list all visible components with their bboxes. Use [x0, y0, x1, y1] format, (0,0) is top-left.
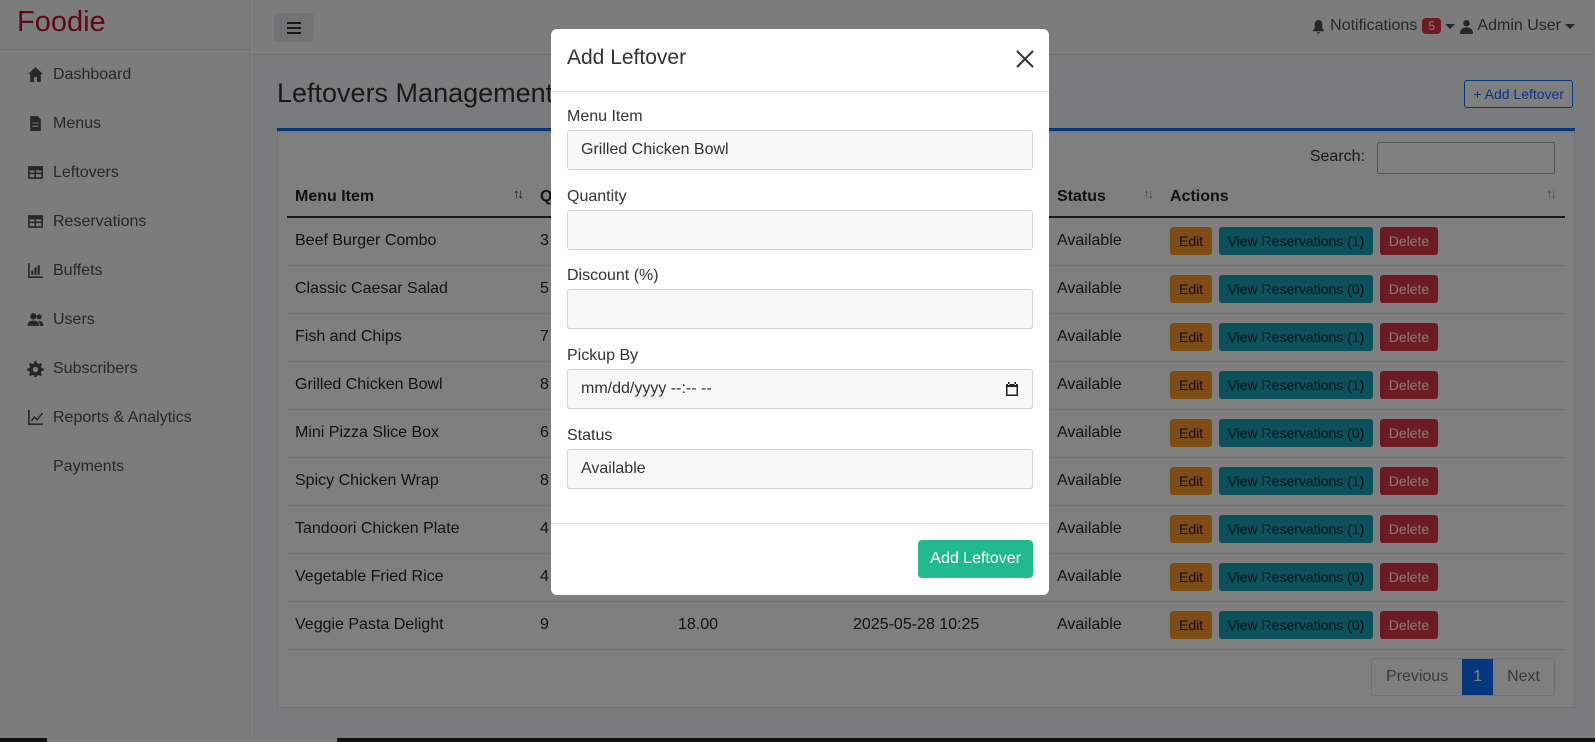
pickup-by-input[interactable]: mm/dd/yyyy --:-- --	[567, 369, 1033, 409]
modal-footer	[551, 523, 1049, 524]
pickup-by-label: Pickup By	[567, 347, 639, 364]
modal-title: Add Leftover	[567, 46, 687, 69]
quantity-label: Quantity	[567, 188, 627, 205]
pickup-by-placeholder: mm/dd/yyyy --:-- --	[581, 380, 712, 397]
add-leftover-modal: Add Leftover Menu Item Grilled Chicken B…	[551, 29, 1049, 595]
calendar-icon[interactable]	[1004, 381, 1020, 397]
discount-input[interactable]	[567, 289, 1033, 329]
add-leftover-submit-button[interactable]: Add Leftover	[918, 540, 1033, 578]
modal-header: Add Leftover	[551, 29, 1049, 92]
status-label: Status	[567, 427, 613, 444]
status-select[interactable]: Available	[567, 449, 1033, 489]
quantity-input[interactable]	[567, 210, 1033, 250]
menu-item-label: Menu Item	[567, 108, 643, 125]
close-icon[interactable]	[1015, 49, 1035, 69]
menu-item-select[interactable]: Grilled Chicken Bowl	[567, 130, 1033, 170]
discount-label: Discount (%)	[567, 267, 659, 284]
